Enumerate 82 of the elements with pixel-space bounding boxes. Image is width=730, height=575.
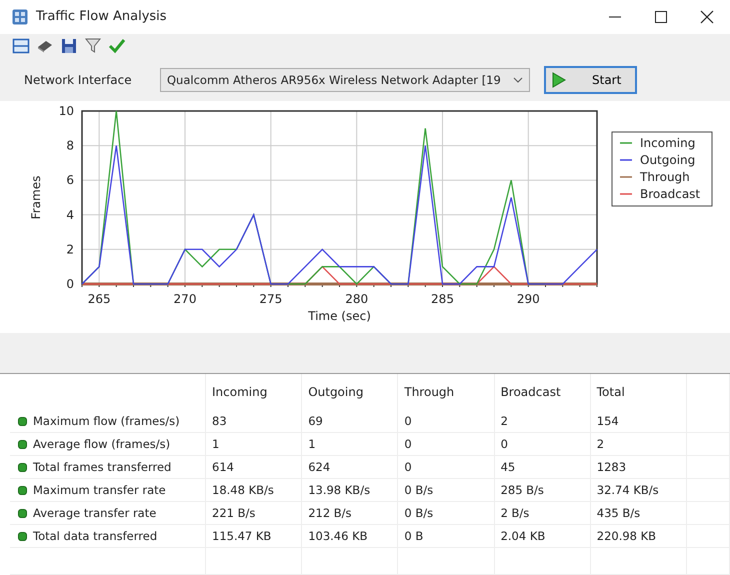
- app-icon: [12, 8, 28, 25]
- table-cell: 624: [302, 456, 398, 478]
- bullet-icon: [18, 440, 27, 448]
- check-icon[interactable]: [108, 37, 126, 56]
- bullet-icon: [18, 416, 27, 426]
- x-tick-label: 290: [516, 292, 540, 306]
- table-cell: 115.47 KB: [206, 524, 302, 548]
- y-tick-label: 4: [66, 208, 74, 222]
- table-cell: 2.04 KB: [494, 524, 590, 548]
- table-cell: 45: [494, 456, 590, 478]
- bullet-icon: [18, 508, 27, 518]
- panel-icon[interactable]: [12, 37, 30, 56]
- table-cell: 1: [206, 432, 302, 456]
- table-cell: 0: [398, 410, 494, 432]
- legend-item: Outgoing: [620, 153, 696, 168]
- table-cell: 83: [206, 410, 302, 432]
- legend-label: Outgoing: [640, 153, 696, 168]
- filter-icon[interactable]: [84, 37, 102, 56]
- table-cell: 285 B/s: [494, 478, 590, 502]
- y-tick-label: 6: [66, 173, 74, 188]
- table-cell: 103.46 KB: [302, 524, 398, 548]
- legend-item: Broadcast: [620, 187, 700, 202]
- x-tick-label: 265: [88, 292, 111, 306]
- table-cell: 1283: [590, 456, 686, 478]
- column-header: Outgoing: [302, 374, 398, 410]
- table-cell: 13.98 KB/s: [302, 478, 398, 502]
- save-icon[interactable]: [60, 37, 78, 56]
- legend-label: Broadcast: [640, 187, 700, 202]
- chevron-down-icon: [513, 77, 523, 84]
- table-cell: 212 B/s: [302, 502, 398, 524]
- table-cell: 0: [398, 432, 494, 456]
- table-cell: 2 B/s: [494, 502, 590, 524]
- bullet-icon: [18, 532, 27, 540]
- y-tick-label: 2: [66, 242, 74, 257]
- y-tick-label: 0: [66, 277, 74, 292]
- row-label: Total frames transferred: [33, 460, 172, 474]
- network-interface-label: Network Interface: [24, 73, 133, 88]
- table-cell: 0 B/s: [398, 502, 494, 524]
- column-header: Incoming: [206, 374, 302, 410]
- table-cell: 221 B/s: [206, 502, 302, 524]
- y-axis-title: Frames: [29, 176, 43, 220]
- legend-label: Incoming: [640, 136, 696, 150]
- column-header: Through: [398, 374, 494, 410]
- legend-label: Through: [639, 170, 690, 184]
- row-label: Average flow (frames/s): [33, 437, 170, 451]
- bullet-icon: [18, 462, 27, 472]
- x-axis-title: Time (sec): [308, 309, 371, 324]
- row-label: Total data transferred: [33, 529, 158, 543]
- table-cell: 154: [590, 410, 686, 432]
- row-label: Maximum transfer rate: [33, 483, 166, 497]
- close-icon[interactable]: [700, 10, 714, 24]
- row-label: Maximum flow (frames/s): [33, 414, 180, 428]
- table-cell: 2: [590, 432, 686, 456]
- x-tick-label: 280: [345, 292, 368, 306]
- table-cell: 220.98 KB: [590, 524, 686, 548]
- table-cell: 18.48 KB/s: [206, 478, 302, 502]
- table-cell: 435 B/s: [590, 502, 686, 524]
- y-tick-label: 10: [58, 104, 74, 118]
- start-button[interactable]: Start: [544, 66, 637, 94]
- table-cell: 32.74 KB/s: [590, 478, 686, 502]
- maximize-icon[interactable]: [654, 10, 668, 24]
- table-cell: 0: [398, 456, 494, 478]
- row-label: Average transfer rate: [33, 506, 156, 520]
- table-cell: 2: [494, 410, 590, 432]
- bullet-icon: [18, 486, 27, 494]
- table-cell: 0 B/s: [398, 478, 494, 502]
- window-title: Traffic Flow Analysis: [36, 9, 167, 24]
- table-cell: 0 B: [398, 524, 494, 548]
- table-cell: 69: [302, 410, 398, 432]
- x-tick-label: 270: [174, 292, 196, 306]
- y-tick-label: 8: [66, 138, 74, 153]
- play-icon: [552, 72, 566, 88]
- table-cell: 0: [494, 432, 590, 456]
- column-header: Broadcast: [494, 374, 590, 410]
- legend-item: Through: [620, 170, 690, 184]
- network-interface-dropdown[interactable]: Qualcomm Atheros AR956x Wireless Network Adapter [19: [160, 68, 530, 92]
- table-cell: 1: [302, 432, 398, 456]
- table-cell: 614: [206, 456, 302, 478]
- legend-item: Incoming: [620, 136, 696, 150]
- x-tick-label: 285: [431, 292, 454, 306]
- column-header: Total: [590, 374, 686, 410]
- x-tick-label: 275: [259, 292, 282, 306]
